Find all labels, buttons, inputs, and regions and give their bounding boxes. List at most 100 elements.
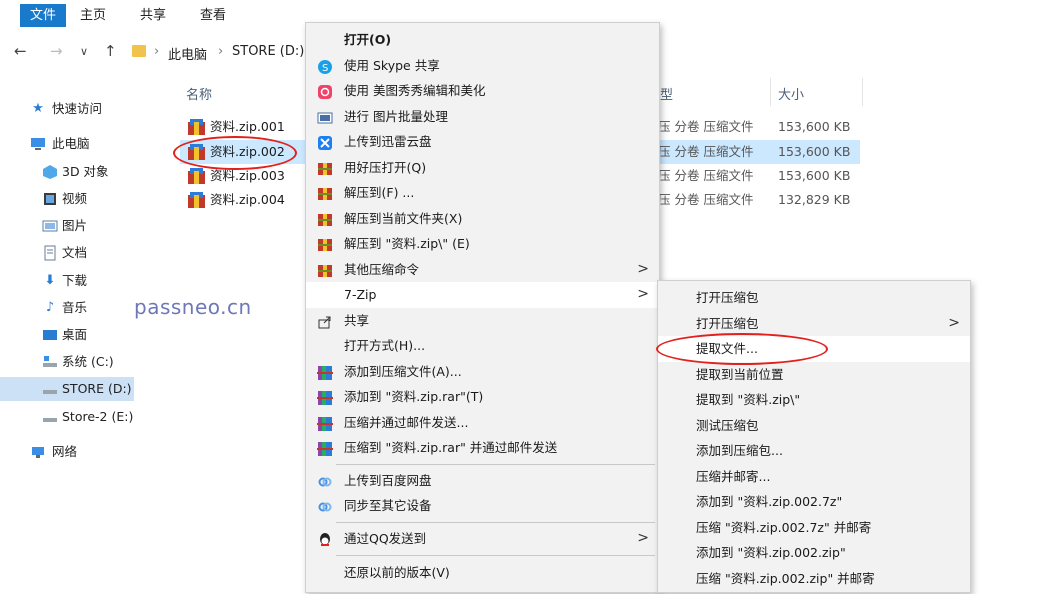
menu-item-compress-rar-email[interactable]: 压缩到 "资料.zip.rar" 并通过邮件发送 <box>306 435 659 461</box>
sidebar-item-3d-objects[interactable]: 3D 对象 <box>0 160 160 184</box>
winrar-icon <box>317 389 333 405</box>
tab-share[interactable]: 共享 <box>130 4 176 27</box>
archive-icon <box>188 168 205 184</box>
sidebar-item-downloads[interactable]: ⬇ 下载 <box>0 269 160 293</box>
submenu-arrow-icon: > <box>637 261 649 277</box>
breadcrumb-store-d[interactable]: STORE (D:) <box>232 44 304 59</box>
submenu-item-test-archive[interactable]: 测试压缩包 <box>658 413 970 439</box>
menu-item-share[interactable]: 共享 <box>306 308 659 334</box>
sidebar-item-desktop[interactable]: 桌面 <box>0 323 160 347</box>
menu-item-meitu[interactable]: 使用 美图秀秀编辑和美化 <box>306 78 659 104</box>
picture-icon <box>42 218 58 234</box>
menu-item-xunlei-upload[interactable]: 上传到迅雷云盘 <box>306 129 659 155</box>
sidebar-item-quick-access[interactable]: ★ 快速访问 <box>0 97 160 121</box>
submenu-item-compress-7z-email[interactable]: 压缩 "资料.zip.002.7z" 并邮寄 <box>658 515 970 541</box>
video-icon <box>42 191 58 207</box>
recent-locations-icon[interactable]: ∨ <box>80 45 88 58</box>
menu-item-qq-send[interactable]: 通过QQ发送到 > <box>306 526 659 552</box>
menu-separator <box>336 464 655 465</box>
submenu-arrow-icon: > <box>948 315 960 331</box>
submenu-item-extract-here[interactable]: 提取到当前位置 <box>658 362 970 388</box>
haozip-icon <box>317 211 333 227</box>
menu-item-batch-image[interactable]: 进行 图片批量处理 <box>306 104 659 130</box>
sidebar-item-network[interactable]: 网络 <box>0 440 160 464</box>
star-icon: ★ <box>32 101 44 116</box>
file-type: 压 分卷 压缩文件 <box>658 119 754 134</box>
menu-item-other-compress[interactable]: 其他压缩命令 > <box>306 257 659 283</box>
file-size: 153,600 KB <box>778 144 851 159</box>
breadcrumb-separator-icon: › <box>218 44 224 59</box>
file-type: 压 分卷 压缩文件 <box>658 168 754 183</box>
share-icon <box>317 313 333 329</box>
menu-item-open-with[interactable]: 打开方式(H)... <box>306 333 659 359</box>
drive-icon <box>42 381 58 397</box>
sidebar-item-videos[interactable]: 视频 <box>0 187 160 211</box>
sidebar-item-documents[interactable]: 文档 <box>0 241 160 265</box>
column-header-name[interactable]: 名称 <box>186 84 212 103</box>
menu-item-sync-devices[interactable]: 同步至其它设备 <box>306 493 659 519</box>
tab-home[interactable]: 主页 <box>70 4 116 27</box>
sidebar-item-this-pc[interactable]: 此电脑 <box>0 132 160 156</box>
menu-item-7zip[interactable]: 7-Zip > <box>306 282 659 308</box>
submenu-item-add-to-archive[interactable]: 添加到压缩包... <box>658 438 970 464</box>
submenu-item-compress-zip-email[interactable]: 压缩 "资料.zip.002.zip" 并邮寄 <box>658 566 970 592</box>
submenu-item-add-to-zip[interactable]: 添加到 "资料.zip.002.zip" <box>658 540 970 566</box>
sidebar-item-drive-e[interactable]: Store-2 (E:) <box>0 405 160 429</box>
submenu-item-compress-email[interactable]: 压缩并邮寄... <box>658 464 970 490</box>
sidebar-item-drive-c[interactable]: 系统 (C:) <box>0 350 160 374</box>
haozip-icon <box>317 262 333 278</box>
menu-item-restore-versions[interactable]: 还原以前的版本(V) <box>306 560 659 586</box>
submenu-arrow-icon: > <box>637 286 649 302</box>
file-type: 压 分卷 压缩文件 <box>658 144 754 159</box>
menu-item-haozip-open[interactable]: 用好压打开(Q) <box>306 155 659 181</box>
watermark: passneo.cn <box>134 295 252 319</box>
annotation-ellipse <box>173 136 297 170</box>
network-icon <box>30 444 46 460</box>
menu-item-open[interactable]: 打开(O) <box>306 27 659 53</box>
sidebar-item-pictures[interactable]: 图片 <box>0 214 160 238</box>
menu-item-extract-to-folder[interactable]: 解压到 "资料.zip\" (E) <box>306 231 659 257</box>
cube-icon <box>42 164 58 180</box>
tab-view[interactable]: 查看 <box>190 4 236 27</box>
up-icon[interactable]: ↑ <box>104 42 117 60</box>
column-header-type[interactable]: 型 <box>660 84 673 103</box>
column-divider <box>770 78 771 106</box>
file-name: 资料.zip.004 <box>210 192 285 207</box>
document-icon <box>42 245 58 261</box>
menu-item-compress-email[interactable]: 压缩并通过邮件发送... <box>306 410 659 436</box>
menu-item-extract-to[interactable]: 解压到(F) ... <box>306 180 659 206</box>
back-icon[interactable]: ← <box>14 42 27 60</box>
archive-icon <box>188 192 205 208</box>
download-icon: ⬇ <box>44 273 56 288</box>
breadcrumb-this-pc[interactable]: 此电脑 <box>168 44 207 63</box>
drive-icon <box>42 354 58 370</box>
menu-item-extract-here[interactable]: 解压到当前文件夹(X) <box>306 206 659 232</box>
baidu-icon <box>317 498 333 514</box>
submenu-item-add-to-7z[interactable]: 添加到 "资料.zip.002.7z" <box>658 489 970 515</box>
sidebar-item-drive-d[interactable]: STORE (D:) <box>0 377 134 401</box>
menu-separator <box>336 555 655 556</box>
submenu-item-extract-to-folder[interactable]: 提取到 "资料.zip\" <box>658 387 970 413</box>
submenu-item-open-archive-sub[interactable]: 打开压缩包 > <box>658 311 970 337</box>
qq-icon <box>317 531 333 547</box>
drive-icon <box>42 409 58 425</box>
submenu-item-open-archive[interactable]: 打开压缩包 <box>658 285 970 311</box>
winrar-icon <box>317 440 333 456</box>
computer-icon <box>30 136 46 152</box>
tab-file[interactable]: 文件 <box>20 4 67 27</box>
menu-item-baidu-upload[interactable]: 上传到百度网盘 <box>306 468 659 494</box>
column-header-size[interactable]: 大小 <box>778 84 804 103</box>
batch-image-icon <box>317 109 333 125</box>
column-divider <box>862 78 863 106</box>
menu-item-add-to-rar[interactable]: 添加到 "资料.zip.rar"(T) <box>306 384 659 410</box>
forward-icon[interactable]: → <box>50 42 63 60</box>
haozip-icon <box>317 160 333 176</box>
music-icon: ♪ <box>45 300 55 315</box>
file-size: 132,829 KB <box>778 192 851 207</box>
menu-item-add-to-archive[interactable]: 添加到压缩文件(A)... <box>306 359 659 385</box>
winrar-icon <box>317 364 333 380</box>
7zip-submenu: 打开压缩包 打开压缩包 > 提取文件... 提取到当前位置 提取到 "资料.zi… <box>657 280 971 593</box>
menu-item-skype-share[interactable]: S 使用 Skype 共享 <box>306 53 659 79</box>
file-type: 压 分卷 压缩文件 <box>658 192 754 207</box>
skype-icon: S <box>317 58 333 74</box>
